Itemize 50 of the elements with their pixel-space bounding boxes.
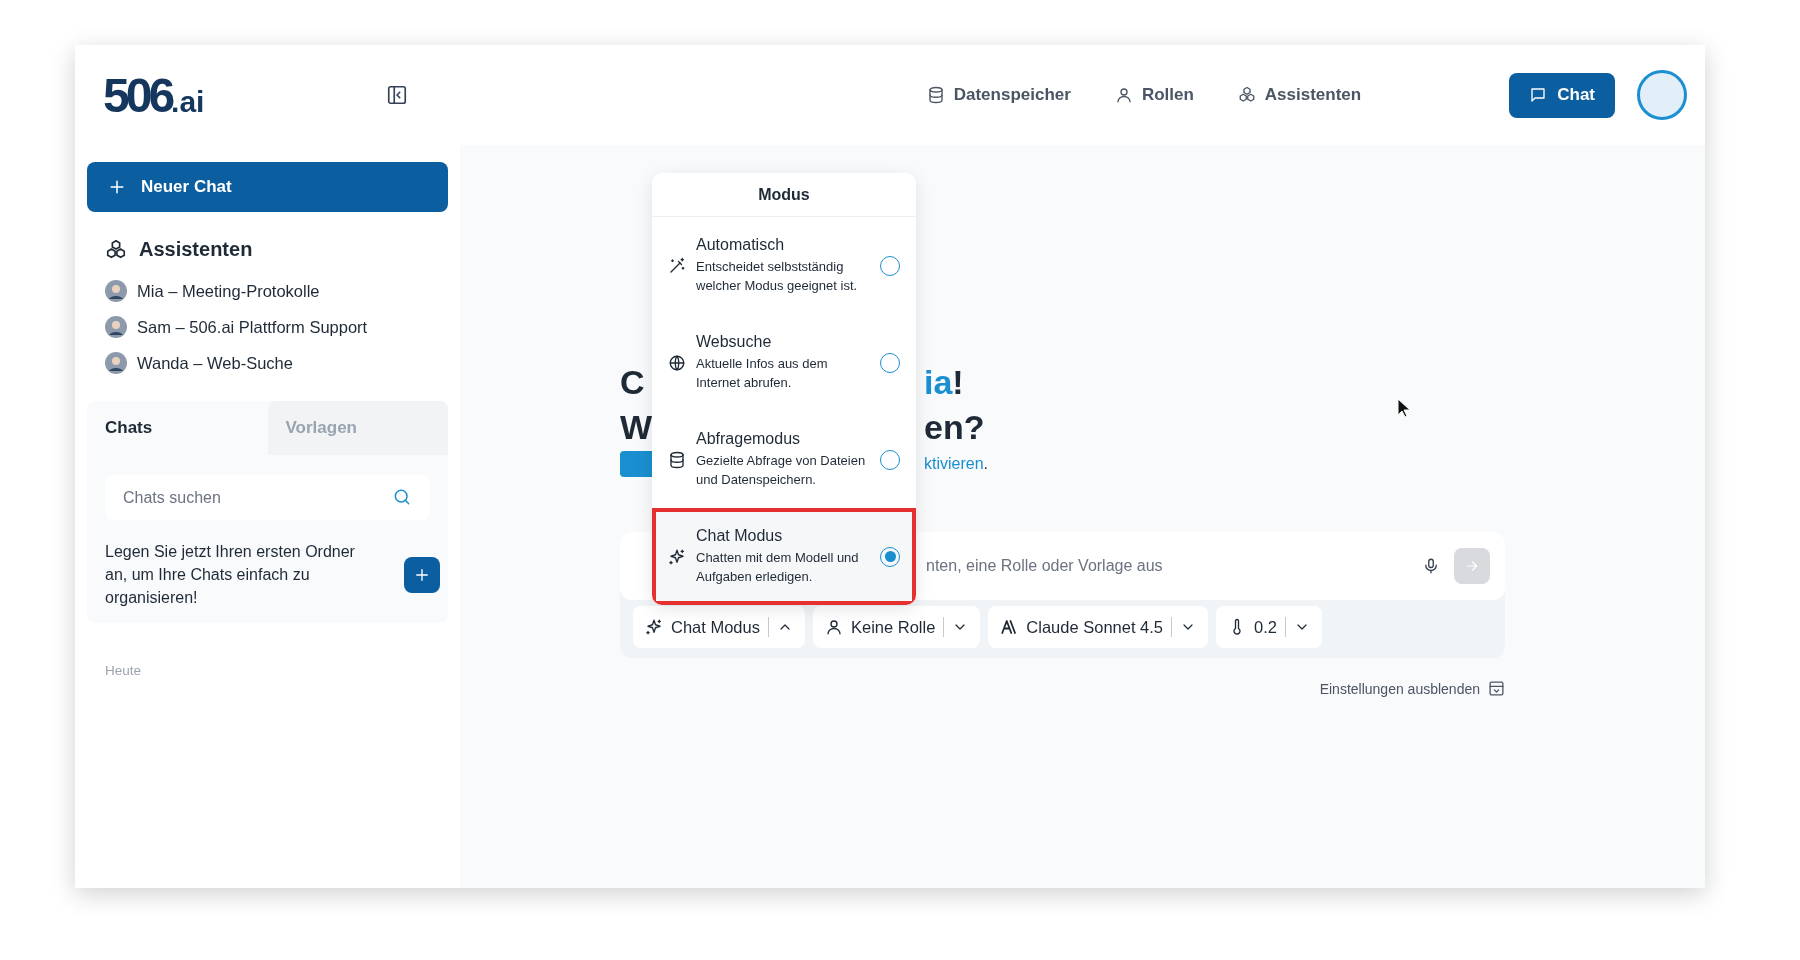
microphone-icon xyxy=(1422,557,1440,575)
menu-option[interactable]: Websuche Aktuelle Infos aus dem Internet abrufen. xyxy=(652,314,916,411)
cubes-icon xyxy=(1237,86,1256,104)
menu-option[interactable]: Abfragemodus Gezielte Abfrage von Dateien und Datenspeichern. xyxy=(652,411,916,508)
anthropic-logo-icon xyxy=(1000,618,1019,636)
dropdown-button[interactable]: 0.2 xyxy=(1216,606,1322,648)
activate-link[interactable]: ktivieren xyxy=(924,455,984,472)
hide-settings-button[interactable]: Einstellungen ausblenden xyxy=(1319,680,1505,697)
new-chat-button[interactable]: Neuer Chat xyxy=(87,162,448,212)
menu-option[interactable]: Chat Modus Chatten mit dem Modell und Aufgaben erledigen. xyxy=(652,508,916,605)
hint-text: ktivieren. xyxy=(924,455,989,473)
avatar[interactable] xyxy=(1637,70,1687,120)
avatar-icon xyxy=(105,352,127,374)
cubes-icon xyxy=(105,238,127,261)
database-icon xyxy=(926,86,945,104)
user-icon xyxy=(824,618,843,636)
dropdown-button[interactable]: Chat Modus xyxy=(633,606,805,648)
sparkle-icon xyxy=(645,618,663,636)
folder-hint: Legen Sie jetzt Ihren ersten Ordner an, um Ihre Chats einfach zu organisieren! xyxy=(105,542,356,608)
chat-bubble-icon xyxy=(1529,86,1548,104)
nav-link[interactable]: Datenspeicher xyxy=(926,85,1071,105)
sparkle-icon xyxy=(668,547,686,566)
mouse-cursor-icon xyxy=(1397,398,1411,418)
search-icon xyxy=(392,487,412,507)
arrow-right-icon xyxy=(1464,558,1480,574)
assistant-link[interactable]: Wanda – Web-Suche xyxy=(137,353,293,373)
dropdown-button[interactable]: Claude Sonnet 4.5 xyxy=(988,606,1209,648)
add-folder-button[interactable] xyxy=(404,556,440,593)
collapse-panel-icon xyxy=(1488,680,1505,697)
dropdown-button[interactable]: Keine Rolle xyxy=(812,606,981,648)
assistant-link[interactable]: Mia – Meeting-Protokolle xyxy=(137,281,320,301)
assistant-link[interactable]: Sam – 506.ai Plattform Support xyxy=(137,317,368,337)
heading-fragment: C xyxy=(620,363,645,401)
logo: 506.ai xyxy=(103,67,205,123)
section-title: Assistenten xyxy=(139,238,253,261)
magic-wand-icon xyxy=(668,256,686,275)
avatar-icon xyxy=(105,280,127,302)
avatar-icon xyxy=(105,316,127,338)
search-field[interactable]: Chats suchen xyxy=(105,475,430,520)
user-icon xyxy=(1114,86,1133,104)
heading-fragment: en? xyxy=(924,407,985,448)
section-label: Heute xyxy=(105,663,143,678)
chat-button[interactable]: Chat xyxy=(1509,72,1615,118)
nav-link[interactable]: Rollen xyxy=(1114,85,1194,105)
globe-icon xyxy=(668,353,686,372)
menu-option[interactable]: Automatisch Entscheidet selbstständig welcher Modus geeignet ist. xyxy=(652,217,916,314)
heading-fragment: W xyxy=(620,408,653,446)
nav-link[interactable]: Assistenten xyxy=(1237,85,1362,105)
database-icon xyxy=(668,450,686,469)
heading-fragment: ia! xyxy=(924,362,964,403)
